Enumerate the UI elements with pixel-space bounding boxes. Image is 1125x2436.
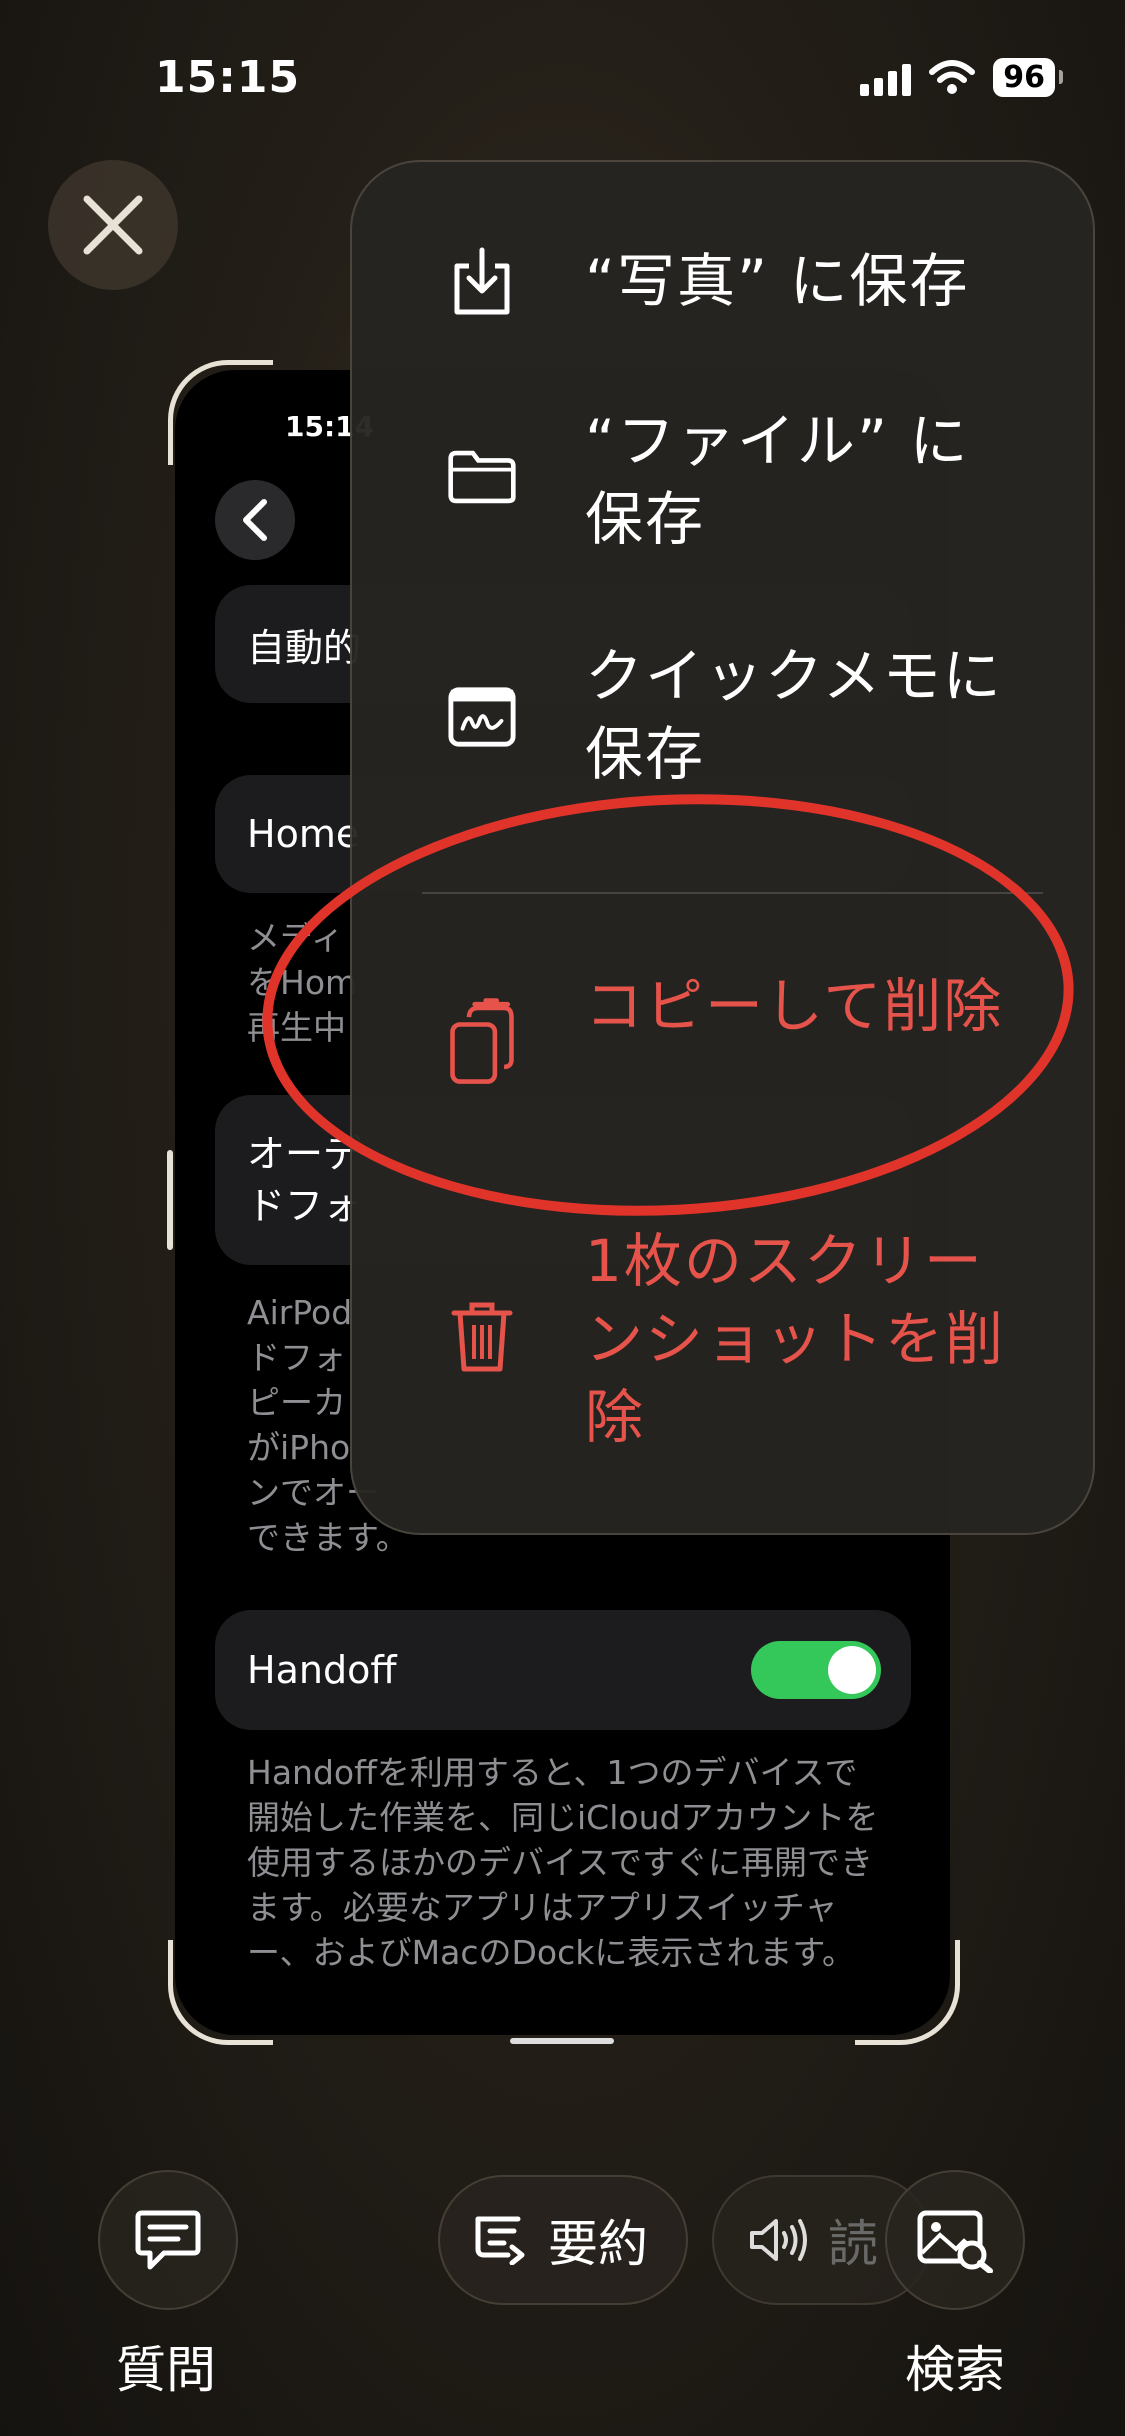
- battery-indicator: 96: [993, 58, 1063, 97]
- crop-handle-top-left[interactable]: [168, 360, 273, 465]
- ask-button[interactable]: [98, 2170, 238, 2310]
- image-search-icon: [917, 2210, 993, 2273]
- crop-handle-left[interactable]: [167, 1150, 173, 1250]
- close-icon: [83, 195, 143, 255]
- trash-icon: [447, 1302, 517, 1372]
- handoff-toggle: [751, 1641, 881, 1699]
- search-label: 検索: [905, 2341, 1005, 2399]
- visual-search-button[interactable]: [885, 2170, 1025, 2310]
- speaker-icon: [750, 2219, 807, 2261]
- status-icons: 96: [860, 58, 1063, 97]
- menu-item-quick-note[interactable]: クイックメモに保存: [352, 637, 1093, 807]
- menu-item-save-files[interactable]: “ファイル” に保存: [352, 397, 1093, 567]
- summarize-icon: [475, 2216, 525, 2265]
- crop-handle-bottom-left[interactable]: [168, 1940, 273, 2045]
- save-to-photos-icon: [447, 247, 517, 317]
- status-time: 15:15: [155, 52, 301, 103]
- chat-bubble-icon: [135, 2210, 201, 2270]
- preview-note-handoff: Handoffを利用すると、1つのデバイスで開始した作業を、同じiCloudアカ…: [247, 1753, 879, 1972]
- crop-handle-bottom-right[interactable]: [855, 1940, 960, 2045]
- close-button[interactable]: [48, 160, 178, 290]
- chevron-left-icon: [243, 499, 267, 541]
- menu-item-delete-screenshot[interactable]: 1枚のスクリーンショットを削除: [352, 1222, 1093, 1462]
- preview-back-button: [215, 480, 295, 560]
- ask-label: 質問: [116, 2341, 216, 2399]
- cellular-signal-icon: [860, 60, 912, 96]
- crop-handle-bottom[interactable]: [510, 2038, 614, 2044]
- folder-icon: [447, 442, 517, 512]
- wifi-icon: [929, 59, 976, 94]
- summarize-button[interactable]: 要約: [438, 2175, 688, 2305]
- menu-item-save-photos[interactable]: “写真” に保存: [352, 232, 1093, 332]
- preview-setting-handoff: Handoff: [215, 1610, 911, 1730]
- quick-note-icon: [447, 682, 517, 752]
